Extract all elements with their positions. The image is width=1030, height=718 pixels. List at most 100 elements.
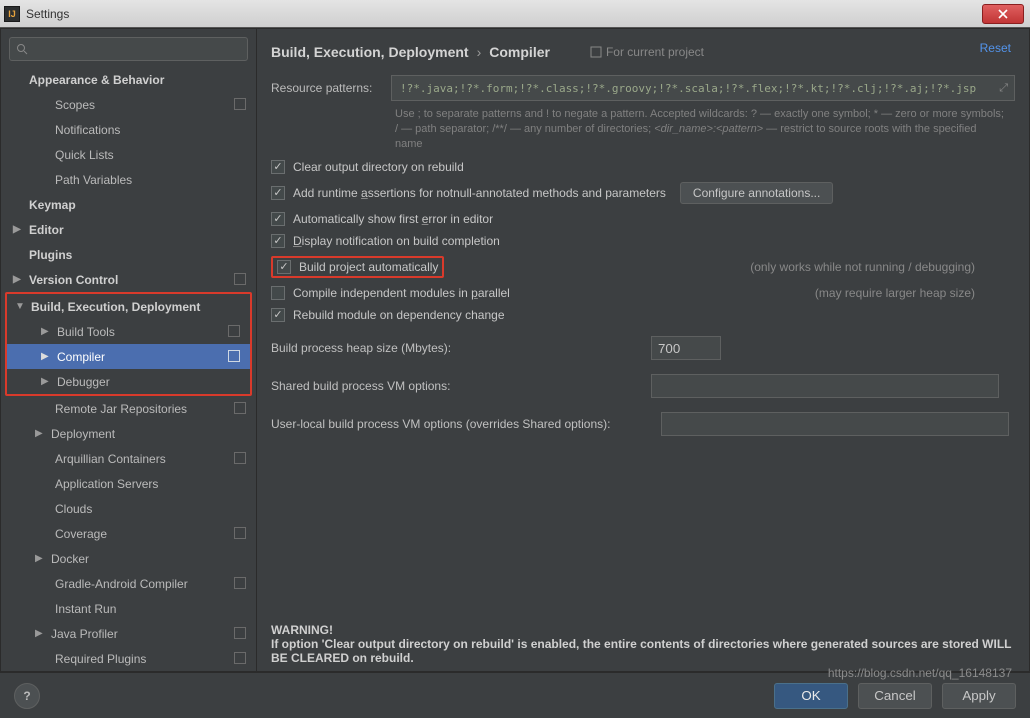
check-runtime-assertions[interactable]: Add runtime assertions for notnull-annot…: [271, 182, 1015, 204]
ok-button[interactable]: OK: [774, 683, 848, 709]
label: Clear output directory on rebuild: [293, 160, 464, 174]
label: Add runtime assertions for notnull-annot…: [293, 186, 666, 200]
chevron-right-icon: ▶: [13, 274, 25, 285]
project-icon: [234, 273, 246, 285]
heap-size-input[interactable]: [651, 336, 721, 360]
checkbox[interactable]: [271, 212, 285, 226]
sidebar-item-quicklists[interactable]: Quick Lists: [1, 142, 256, 167]
label: Notifications: [55, 123, 120, 137]
label: Keymap: [29, 198, 76, 212]
label: Gradle-Android Compiler: [55, 577, 188, 591]
sidebar-item-remotejar[interactable]: Remote Jar Repositories: [1, 396, 256, 421]
local-vm-input[interactable]: [661, 412, 1009, 436]
local-vm-label: User-local build process VM options (ove…: [271, 417, 661, 431]
label: Build project automatically: [299, 260, 438, 274]
check-clear-output[interactable]: Clear output directory on rebuild: [271, 160, 1015, 174]
search-icon: [16, 43, 28, 55]
app-icon: IJ: [4, 6, 20, 22]
label: Deployment: [51, 427, 115, 441]
sidebar-item-compiler[interactable]: ▶Compiler: [7, 344, 250, 369]
label: Docker: [51, 552, 89, 566]
label: Build Tools: [57, 325, 115, 339]
close-icon: [998, 9, 1008, 19]
sidebar-item-build[interactable]: ▼ Build, Execution, Deployment: [7, 294, 250, 319]
sidebar-item-appservers[interactable]: Application Servers: [1, 471, 256, 496]
sidebar-item-keymap[interactable]: Keymap: [1, 192, 256, 217]
help-button[interactable]: ?: [14, 683, 40, 709]
check-build-auto[interactable]: Build project automatically (only works …: [271, 256, 1015, 278]
project-scope-icon: [590, 46, 602, 58]
check-rebuild-dep[interactable]: Rebuild module on dependency change: [271, 308, 1015, 322]
project-icon: [234, 98, 246, 110]
shared-vm-label: Shared build process VM options:: [271, 379, 651, 393]
sidebar-item-appearance[interactable]: Appearance & Behavior: [1, 67, 256, 92]
sidebar-item-editor[interactable]: ▶Editor: [1, 217, 256, 242]
scope-label: For current project: [590, 45, 704, 59]
check-parallel[interactable]: Compile independent modules in parallel …: [271, 286, 1015, 300]
check-auto-show-error[interactable]: Automatically show first error in editor: [271, 212, 1015, 226]
cancel-button[interactable]: Cancel: [858, 683, 932, 709]
chevron-right-icon: ▶: [41, 376, 53, 387]
chevron-right-icon: ▶: [41, 351, 53, 362]
note: (only works while not running / debuggin…: [750, 260, 975, 274]
sidebar-item-coverage[interactable]: Coverage: [1, 521, 256, 546]
note: (may require larger heap size): [815, 286, 975, 300]
check-display-notification[interactable]: Display notification on build completion: [271, 234, 1015, 248]
label: Path Variables: [55, 173, 132, 187]
heap-size-label: Build process heap size (Mbytes):: [271, 341, 651, 355]
sidebar-item-clouds[interactable]: Clouds: [1, 496, 256, 521]
reset-link[interactable]: Reset: [980, 41, 1011, 55]
sidebar-item-docker[interactable]: ▶Docker: [1, 546, 256, 571]
sidebar-item-pathvars[interactable]: Path Variables: [1, 167, 256, 192]
apply-button[interactable]: Apply: [942, 683, 1016, 709]
configure-annotations-button[interactable]: Configure annotations...: [680, 182, 833, 204]
label: Java Profiler: [51, 627, 118, 641]
chevron-right-icon: ▶: [35, 628, 47, 639]
warning-body: If option 'Clear output directory on reb…: [271, 637, 1011, 665]
sidebar-item-debugger[interactable]: ▶Debugger: [7, 369, 250, 394]
resource-patterns-input[interactable]: !?*.java;!?*.form;!?*.class;!?*.groovy;!…: [391, 75, 1015, 101]
resource-patterns-row: Resource patterns: !?*.java;!?*.form;!?*…: [271, 75, 1015, 101]
project-icon: [234, 577, 246, 589]
sidebar-item-plugins[interactable]: Plugins: [1, 242, 256, 267]
label: Required Plugins: [55, 652, 146, 666]
chevron-right-icon: ›: [477, 44, 482, 60]
titlebar: IJ Settings: [0, 0, 1030, 28]
checkbox[interactable]: [277, 260, 291, 274]
window-close-button[interactable]: [982, 4, 1024, 24]
sidebar-item-notifications[interactable]: Notifications: [1, 117, 256, 142]
button-bar: ? OK Cancel Apply: [0, 672, 1030, 718]
checkbox[interactable]: [271, 308, 285, 322]
chevron-down-icon: ▼: [15, 301, 27, 312]
settings-panel: Build, Execution, Deployment › Compiler …: [257, 29, 1029, 671]
label: Display notification on build completion: [293, 234, 500, 248]
sidebar-item-vcs[interactable]: ▶ Version Control: [1, 267, 256, 292]
settings-body: Appearance & Behavior Scopes Notificatio…: [0, 28, 1030, 672]
chevron-right-icon: ▶: [13, 224, 25, 235]
sidebar-item-instantrun[interactable]: Instant Run: [1, 596, 256, 621]
label: Build, Execution, Deployment: [31, 300, 200, 314]
sidebar-item-deployment[interactable]: ▶Deployment: [1, 421, 256, 446]
breadcrumb-root[interactable]: Build, Execution, Deployment: [271, 44, 469, 60]
sidebar-item-requiredplugins[interactable]: Required Plugins: [1, 646, 256, 671]
label: Version Control: [29, 273, 118, 287]
checkbox[interactable]: [271, 186, 285, 200]
expand-icon[interactable]: ⤢: [999, 81, 1008, 95]
project-icon: [228, 325, 240, 337]
sidebar-item-gradle-android[interactable]: Gradle-Android Compiler: [1, 571, 256, 596]
warning-text: WARNING! If option 'Clear output directo…: [271, 623, 1015, 665]
checkbox[interactable]: [271, 160, 285, 174]
sidebar-item-javaprofiler[interactable]: ▶ Java Profiler: [1, 621, 256, 646]
label: Compile independent modules in parallel: [293, 286, 510, 300]
highlight-box-autobuild: Build project automatically: [271, 256, 444, 278]
project-icon: [234, 652, 246, 664]
checkbox[interactable]: [271, 286, 285, 300]
sidebar-item-scopes[interactable]: Scopes: [1, 92, 256, 117]
sidebar-item-buildtools[interactable]: ▶Build Tools: [7, 319, 250, 344]
checkbox[interactable]: [271, 234, 285, 248]
search-input-wrap[interactable]: [9, 37, 248, 61]
window-title: Settings: [26, 7, 69, 21]
sidebar-item-arquillian[interactable]: Arquillian Containers: [1, 446, 256, 471]
search-input[interactable]: [32, 42, 241, 56]
shared-vm-input[interactable]: [651, 374, 999, 398]
